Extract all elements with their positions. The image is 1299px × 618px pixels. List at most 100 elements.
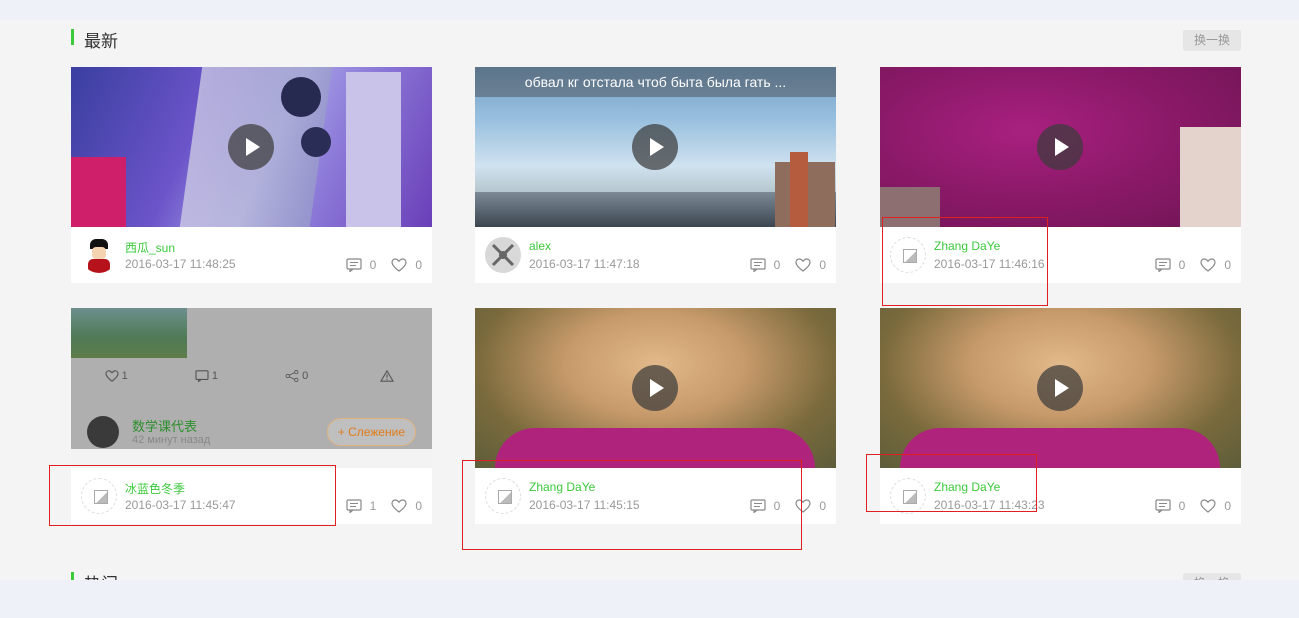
embedded-report[interactable]	[342, 369, 432, 382]
card-info: Zhang DaYe 2016-03-17 11:45:15 0 0	[475, 468, 836, 524]
video-thumbnail[interactable]: 1 1 0 数学课代表 42 минут назад + Слежение	[71, 308, 432, 468]
like-count: 0	[819, 258, 826, 272]
like-count: 0	[1224, 499, 1231, 513]
thumbnail-scene	[301, 127, 331, 157]
comment-count: 0	[1178, 499, 1186, 513]
post-time: 2016-03-17 11:48:25	[125, 257, 236, 271]
post-time: 2016-03-17 11:45:47	[125, 498, 236, 512]
heart-icon[interactable]	[795, 499, 811, 513]
post-time: 2016-03-17 11:46:16	[934, 257, 1045, 271]
video-card[interactable]: Zhang DaYe 2016-03-17 11:45:15 0 0	[475, 308, 836, 524]
avatar-graphic	[92, 247, 106, 259]
comment-icon[interactable]	[346, 499, 362, 513]
username-link[interactable]: alex	[529, 239, 551, 253]
avatar-graphic	[491, 243, 515, 267]
comment-icon[interactable]	[750, 258, 766, 272]
avatar[interactable]	[485, 478, 521, 514]
thumbnail-scene	[71, 157, 126, 227]
heart-icon[interactable]	[795, 258, 811, 272]
card-info: Zhang DaYe 2016-03-17 11:46:16 0 0	[880, 227, 1241, 283]
embedded-share[interactable]: 0	[252, 369, 342, 383]
card-stats: 0 0	[1155, 258, 1231, 272]
refresh-button[interactable]: 换一换	[1183, 30, 1241, 51]
comment-icon[interactable]	[1155, 258, 1171, 272]
embedded-post-preview: 1 1 0 数学课代表 42 минут назад + Слежение	[71, 308, 432, 449]
avatar[interactable]	[890, 478, 926, 514]
username-link[interactable]: Zhang DaYe	[529, 480, 595, 494]
comment-count: 0	[1178, 258, 1186, 272]
play-icon[interactable]	[632, 124, 678, 170]
play-icon[interactable]	[1037, 124, 1083, 170]
post-time: 2016-03-17 11:43:23	[934, 498, 1045, 512]
comment-icon[interactable]	[1155, 499, 1171, 513]
thumbnail-scene	[790, 152, 808, 227]
avatar-graphic	[88, 259, 110, 273]
play-icon[interactable]	[228, 124, 274, 170]
video-card[interactable]: 1 1 0 数学课代表 42 минут назад + Слежение 冰蓝…	[71, 308, 432, 524]
comment-icon	[195, 370, 209, 383]
warning-icon	[379, 369, 394, 382]
embedded-share-count: 0	[302, 369, 309, 382]
comment-count: 0	[369, 258, 377, 272]
card-stats: 0 0	[1155, 499, 1231, 513]
video-card[interactable]: Zhang DaYe 2016-03-17 11:46:16 0 0	[880, 67, 1241, 283]
embedded-comment-count: 1	[211, 369, 218, 382]
video-thumbnail[interactable]: обвал кг отстала чтоб быта была гать ...	[475, 67, 836, 227]
card-stats: 0 0	[750, 258, 826, 272]
heart-icon[interactable]	[1200, 258, 1216, 272]
username-link[interactable]: Zhang DaYe	[934, 480, 1000, 494]
section-header-latest: 最新 换一换	[71, 25, 1241, 51]
avatar[interactable]	[890, 237, 926, 273]
card-info: 冰蓝色冬季 2016-03-17 11:45:47 1 0	[71, 468, 432, 524]
like-count: 0	[415, 258, 422, 272]
thumbnail-scene	[900, 428, 1220, 468]
video-card[interactable]: 西瓜_sun 2016-03-17 11:48:25 0 0	[71, 67, 432, 283]
card-info: alex 2016-03-17 11:47:18 0 0	[475, 227, 836, 283]
username-link[interactable]: Zhang DaYe	[934, 239, 1000, 253]
heart-icon	[104, 370, 119, 382]
embedded-like[interactable]: 1	[71, 370, 161, 382]
play-icon[interactable]	[1037, 365, 1083, 411]
username-link[interactable]: 西瓜_sun	[125, 239, 175, 256]
video-thumbnail[interactable]	[71, 67, 432, 227]
heart-icon[interactable]	[1200, 499, 1216, 513]
share-icon	[285, 370, 299, 383]
video-thumbnail[interactable]	[880, 67, 1241, 227]
video-thumbnail[interactable]	[475, 308, 836, 468]
like-count: 0	[1224, 258, 1231, 272]
page-footer-band	[0, 580, 1299, 618]
embedded-post-time: 42 минут назад	[132, 434, 211, 446]
thumbnail-scene	[281, 77, 321, 117]
embedded-like-count: 1	[121, 369, 128, 382]
section-title: 最新	[84, 32, 118, 51]
card-stats: 0 0	[750, 499, 826, 513]
avatar[interactable]	[81, 478, 117, 514]
heart-icon[interactable]	[391, 258, 407, 272]
content-area: 最新 换一换 西瓜_sun 2016-03-17 11:48:25 0 0 об…	[0, 20, 1299, 594]
video-thumbnail[interactable]	[880, 308, 1241, 468]
card-stats: 1 0	[346, 499, 422, 513]
card-stats: 0 0	[346, 258, 422, 272]
comment-count: 0	[773, 258, 781, 272]
embedded-comment[interactable]: 1	[161, 369, 251, 383]
embedded-thumbnail	[71, 308, 187, 358]
thumbnail-scene	[880, 187, 940, 227]
play-icon[interactable]	[632, 365, 678, 411]
thumbnail-scene	[495, 428, 815, 468]
username-link[interactable]: 冰蓝色冬季	[125, 480, 185, 497]
embedded-author-name[interactable]: 数学课代表	[132, 416, 197, 435]
comment-count: 1	[369, 499, 377, 513]
video-card[interactable]: обвал кг отстала чтоб быта была гать ...…	[475, 67, 836, 283]
avatar[interactable]	[81, 237, 117, 273]
like-count: 0	[415, 499, 422, 513]
thumbnail-scene	[1180, 127, 1241, 227]
card-info: 西瓜_sun 2016-03-17 11:48:25 0 0	[71, 227, 432, 283]
comment-icon[interactable]	[750, 499, 766, 513]
video-card[interactable]: Zhang DaYe 2016-03-17 11:43:23 0 0	[880, 308, 1241, 524]
avatar[interactable]	[485, 237, 521, 273]
card-info: Zhang DaYe 2016-03-17 11:43:23 0 0	[880, 468, 1241, 524]
avatar[interactable]	[87, 416, 119, 448]
follow-button[interactable]: + Слежение	[326, 418, 416, 446]
heart-icon[interactable]	[391, 499, 407, 513]
comment-icon[interactable]	[346, 258, 362, 272]
